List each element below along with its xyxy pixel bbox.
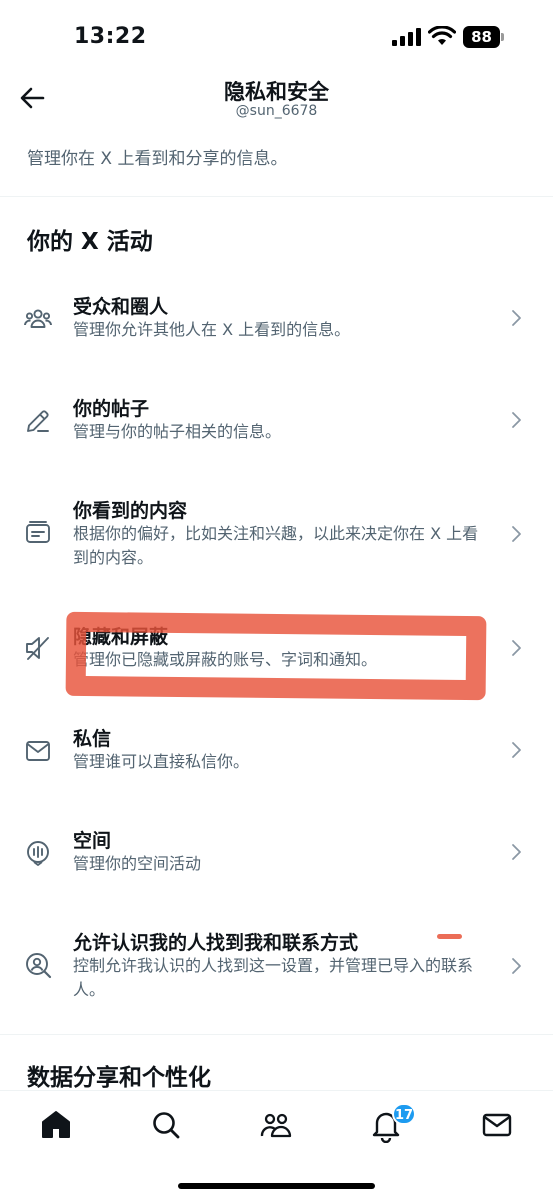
wifi-icon [428, 26, 456, 45]
communities-icon[interactable] [258, 1107, 294, 1143]
battery-level: 88 [463, 26, 500, 48]
item-description: 控制允许我认识的人找到这一设置，并管理已导入的联系人。 [73, 956, 474, 999]
settings-item-spaces[interactable]: 空间 管理你的空间活动 [0, 814, 553, 904]
settings-item-discoverability[interactable]: 允许认识我的人找到我和联系方式 控制允许我认识的人找到这一设置，并管理已导入的联… [0, 916, 553, 1016]
settings-item-direct-messages[interactable]: 私信 管理谁可以直接私信你。 [0, 712, 553, 802]
status-time: 13:22 [74, 24, 147, 49]
home-icon[interactable] [38, 1107, 74, 1143]
item-label: 受众和圈人 [73, 296, 169, 318]
account-handle: @sun_6678 [235, 103, 318, 119]
settings-item-content-you-see[interactable]: 你看到的内容 根据你的偏好，比如关注和兴趣，以此来决定你在 X 上看到的内容。 [0, 484, 553, 584]
signal-icon [392, 28, 421, 46]
item-description: 根据你的偏好，比如关注和兴趣，以此来决定你在 X 上看到的内容。 [73, 524, 479, 567]
item-description: 管理与你的帖子相关的信息。 [73, 422, 282, 441]
header: 隐私和安全 @sun_6678 [0, 70, 553, 130]
chevron-right-icon [512, 742, 521, 758]
content-card-icon [26, 521, 50, 543]
status-bar: 13:22 88 [0, 0, 553, 70]
home-indicator [178, 1183, 375, 1189]
pencil-icon [27, 410, 49, 432]
settings-item-audience[interactable]: 受众和圈人 管理你允许其他人在 X 上看到的信息。 [0, 280, 553, 370]
item-description: 管理谁可以直接私信你。 [73, 752, 250, 771]
battery-indicator: 88 [463, 26, 505, 48]
item-label: 私信 [73, 728, 112, 750]
chevron-right-icon [512, 844, 521, 860]
messages-icon[interactable] [479, 1107, 515, 1143]
item-label: 你的帖子 [73, 398, 150, 420]
annotation-mark [437, 934, 462, 939]
bottom-tab-bar: 17 [0, 1090, 553, 1200]
item-label: 空间 [73, 830, 112, 852]
contact-search-icon [26, 953, 52, 979]
divider [0, 1034, 553, 1035]
section-title-data-sharing: 数据分享和个性化 [27, 1065, 211, 1091]
item-description: 管理你允许其他人在 X 上看到的信息。 [73, 320, 351, 339]
envelope-icon [26, 741, 50, 761]
settings-item-posts[interactable]: 你的帖子 管理与你的帖子相关的信息。 [0, 382, 553, 472]
chevron-right-icon [512, 526, 521, 542]
item-label: 你看到的内容 [73, 500, 188, 522]
annotation-highlight [65, 611, 487, 701]
chevron-right-icon [512, 412, 521, 428]
section-title-activity: 你的 X 活动 [27, 229, 153, 255]
chevron-right-icon [512, 310, 521, 326]
page-title: 隐私和安全 [224, 80, 329, 104]
spaces-icon [27, 841, 49, 866]
battery-tip [501, 33, 504, 41]
page-description: 管理你在 X 上看到和分享的信息。 [27, 149, 288, 169]
search-icon[interactable] [148, 1107, 184, 1143]
divider [0, 196, 553, 197]
mute-icon [26, 637, 49, 660]
chevron-right-icon [512, 640, 521, 656]
notification-badge: 17 [392, 1103, 416, 1125]
people-icon [24, 309, 52, 328]
item-description: 管理你的空间活动 [73, 854, 202, 873]
chevron-right-icon [512, 958, 521, 974]
item-label: 允许认识我的人找到我和联系方式 [73, 932, 359, 954]
